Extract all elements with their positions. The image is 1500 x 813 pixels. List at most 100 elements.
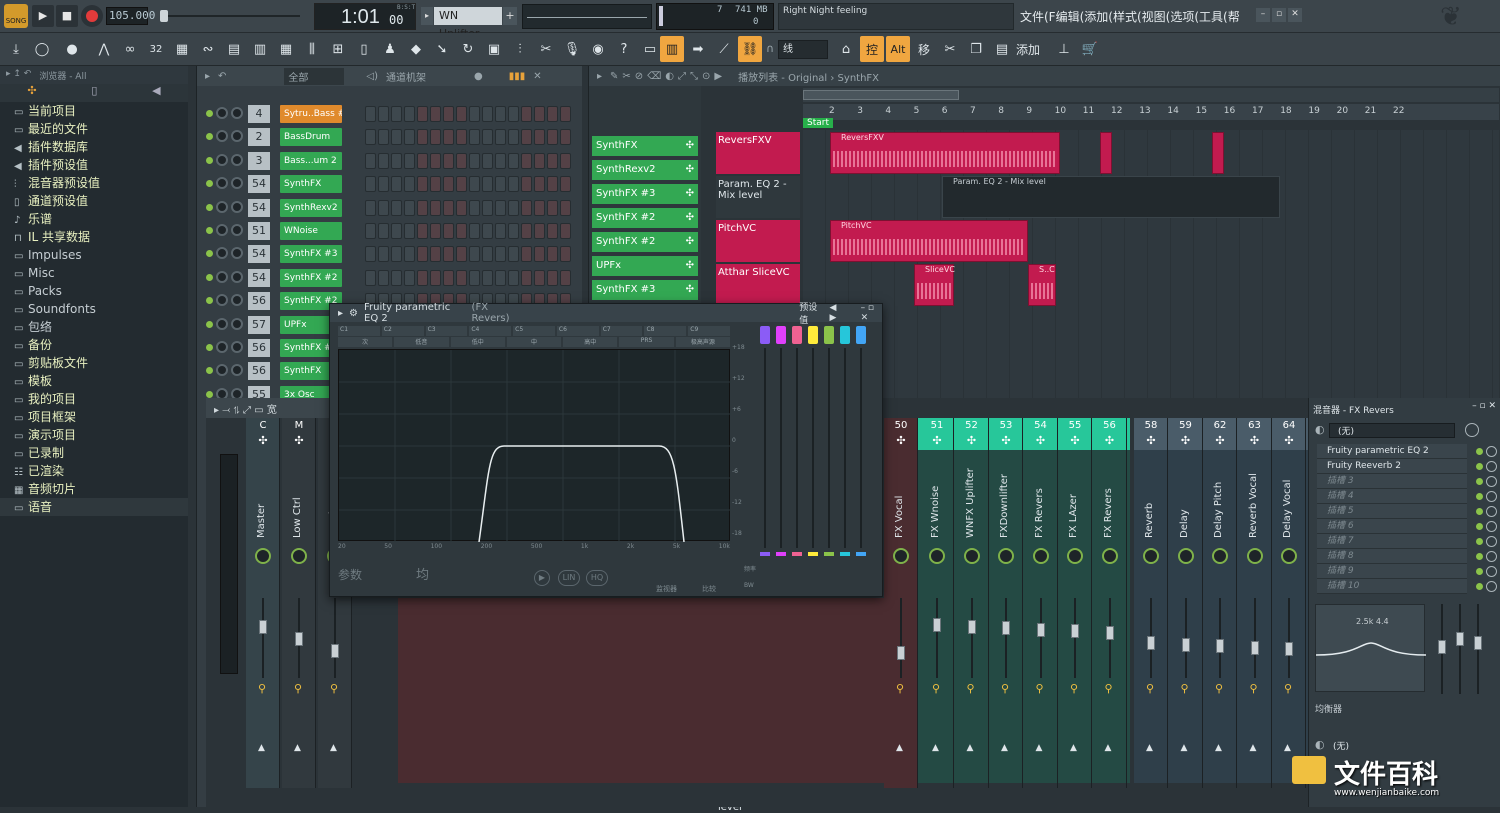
step-button[interactable] (482, 199, 493, 216)
strip-pan-knob[interactable] (1281, 548, 1297, 564)
mixer-strip[interactable]: 63 ✣ Reverb Vocal ⚲ ▲ (1238, 418, 1272, 788)
channel-row[interactable]: 54 SynthFX (200, 173, 580, 195)
browser-item[interactable]: ◀ 插件预设值 (0, 156, 188, 174)
paste-icon[interactable]: ▤ (990, 36, 1014, 62)
mixer-strip[interactable]: 58 ✣ Reverb ⚲ ▲ (1134, 418, 1168, 788)
fx-eq-band-faders[interactable] (1435, 604, 1491, 694)
browser-item[interactable]: ▭ 剪贴板文件 (0, 354, 188, 372)
strip-arrow-icon[interactable]: ▲ (1036, 743, 1043, 753)
step-button[interactable] (365, 106, 376, 122)
pattern-prev-button[interactable]: ▸ (421, 7, 433, 25)
browser-item[interactable]: ▯ 通道预设值 (0, 192, 188, 210)
mixer-strip[interactable]: 56 ✣ FX Revers ⚲ ▲ (1093, 418, 1127, 788)
rack-undo-icon[interactable]: ↶ (218, 71, 226, 82)
step-button[interactable] (365, 246, 376, 263)
eq-title-bar[interactable]: ▸ ⚙ Fruity parametric EQ 2 (FX Revers) 预… (330, 302, 882, 326)
step-button[interactable] (391, 106, 402, 122)
step-button[interactable] (482, 176, 493, 193)
step-button[interactable] (469, 176, 480, 193)
step-button[interactable] (482, 246, 493, 263)
mixer-icon[interactable]: ⫼ (300, 36, 324, 62)
snap-icon[interactable]: ⋀ (92, 36, 116, 62)
strip-volume-fader[interactable] (967, 619, 976, 634)
rack-graph-icon[interactable]: ▮▮▮ (509, 71, 526, 82)
tablet-icon[interactable]: ▭ (638, 36, 662, 62)
shop-icon[interactable]: 🛒 (1078, 36, 1102, 62)
channel-name-button[interactable]: SynthFX (280, 175, 342, 194)
arrow-right-icon[interactable]: ➡ (686, 36, 710, 62)
step-button[interactable] (430, 223, 441, 239)
fx-slot[interactable]: 插槽 6 (1317, 519, 1497, 534)
play-button[interactable]: ▶ (32, 5, 54, 27)
step-button[interactable] (560, 106, 571, 122)
insert-icon[interactable]: ⊥ (1052, 36, 1076, 62)
step-button[interactable] (443, 246, 454, 263)
step-button[interactable] (482, 129, 493, 146)
channel-pan-knob[interactable] (216, 153, 228, 166)
browser-tab-all-icon[interactable]: ✣ (27, 84, 36, 102)
step-button[interactable] (417, 223, 428, 239)
eq-lin-button[interactable]: LIN (558, 570, 580, 586)
undo-icon[interactable]: ↻ (456, 36, 480, 62)
channel-volume-knob[interactable] (231, 364, 243, 377)
step-button[interactable] (391, 152, 402, 169)
browser-item[interactable]: ◀ 插件数据库 (0, 138, 188, 156)
channel-row[interactable]: 54 SynthRexv2 (200, 197, 580, 219)
channel-mute-led[interactable] (206, 297, 213, 305)
song-position-display[interactable]: 1:01 00 B:S:T (314, 3, 416, 30)
step-button[interactable] (469, 269, 480, 286)
start-marker[interactable]: Start (803, 118, 833, 128)
menu-tools[interactable]: 工具( (1199, 8, 1228, 25)
step-button[interactable] (482, 106, 493, 122)
step-button[interactable] (365, 269, 376, 286)
metronome-knob-icon[interactable]: ● (60, 36, 84, 62)
eq-hq-button[interactable]: HQ (586, 570, 608, 586)
strip-volume-fader[interactable] (1002, 621, 1010, 635)
typing-keyboard-icon[interactable]: ▦ (170, 36, 194, 62)
strip-volume-fader[interactable] (295, 632, 303, 646)
fx-slot-mix-knob[interactable] (1486, 566, 1497, 577)
browser-item[interactable]: ▭ 备份 (0, 336, 188, 354)
step-button[interactable] (417, 246, 428, 263)
channel-volume-knob[interactable] (231, 294, 243, 307)
channel-mute-led[interactable] (206, 110, 213, 117)
fx-eq-display[interactable]: 2.5k 4.4 (1315, 604, 1427, 692)
strip-send-icon[interactable]: ⚲ (932, 682, 940, 695)
channel-mute-led[interactable] (206, 156, 213, 164)
strip-volume-fader[interactable] (1071, 624, 1079, 638)
step-edit-icon[interactable]: 32 (144, 36, 168, 62)
mixer-strip[interactable]: 53 ✣ FXDownlifter ⚲ ▲ (989, 418, 1023, 788)
browser-item[interactable]: ▭ 已录制 (0, 444, 188, 462)
strip-send-icon[interactable]: ⚲ (1105, 682, 1113, 695)
step-button[interactable] (430, 176, 441, 193)
step-button[interactable] (456, 106, 467, 122)
step-button[interactable] (378, 246, 389, 263)
step-button[interactable] (534, 269, 545, 286)
step-button[interactable] (534, 223, 545, 239)
strip-volume-fader[interactable] (331, 644, 339, 658)
step-button[interactable] (430, 106, 441, 122)
strip-pan-knob[interactable] (1177, 548, 1194, 564)
channel-mixer-target[interactable]: 56 (248, 339, 270, 357)
step-button[interactable] (521, 269, 532, 286)
strip-arrow-icon[interactable]: ▲ (967, 743, 974, 753)
download-icon[interactable]: ⤓ (4, 36, 28, 62)
maximize-button[interactable]: ▫ (1272, 8, 1286, 22)
channel-volume-knob[interactable] (231, 153, 243, 166)
menu-edit[interactable]: 编辑( (1056, 8, 1085, 25)
fx-slot[interactable]: 插槽 9 (1317, 564, 1497, 579)
strip-arrow-icon[interactable]: ▲ (330, 743, 337, 753)
mixer-strip[interactable]: C ✣ Master ⚲ ▲ (246, 418, 280, 788)
step-button[interactable] (391, 269, 402, 286)
channel-mixer-target[interactable]: 56 (248, 292, 270, 311)
channel-mute-led[interactable] (206, 250, 213, 258)
step-button[interactable] (391, 223, 402, 239)
channel-pan-knob[interactable] (216, 364, 228, 377)
step-button[interactable] (534, 176, 545, 193)
step-button[interactable] (430, 152, 441, 169)
step-button[interactable] (560, 223, 571, 239)
strip-volume-fader[interactable] (1036, 622, 1045, 637)
step-button[interactable] (521, 129, 532, 146)
strip-pan-knob[interactable] (893, 548, 909, 564)
strip-pan-knob[interactable] (291, 548, 307, 564)
